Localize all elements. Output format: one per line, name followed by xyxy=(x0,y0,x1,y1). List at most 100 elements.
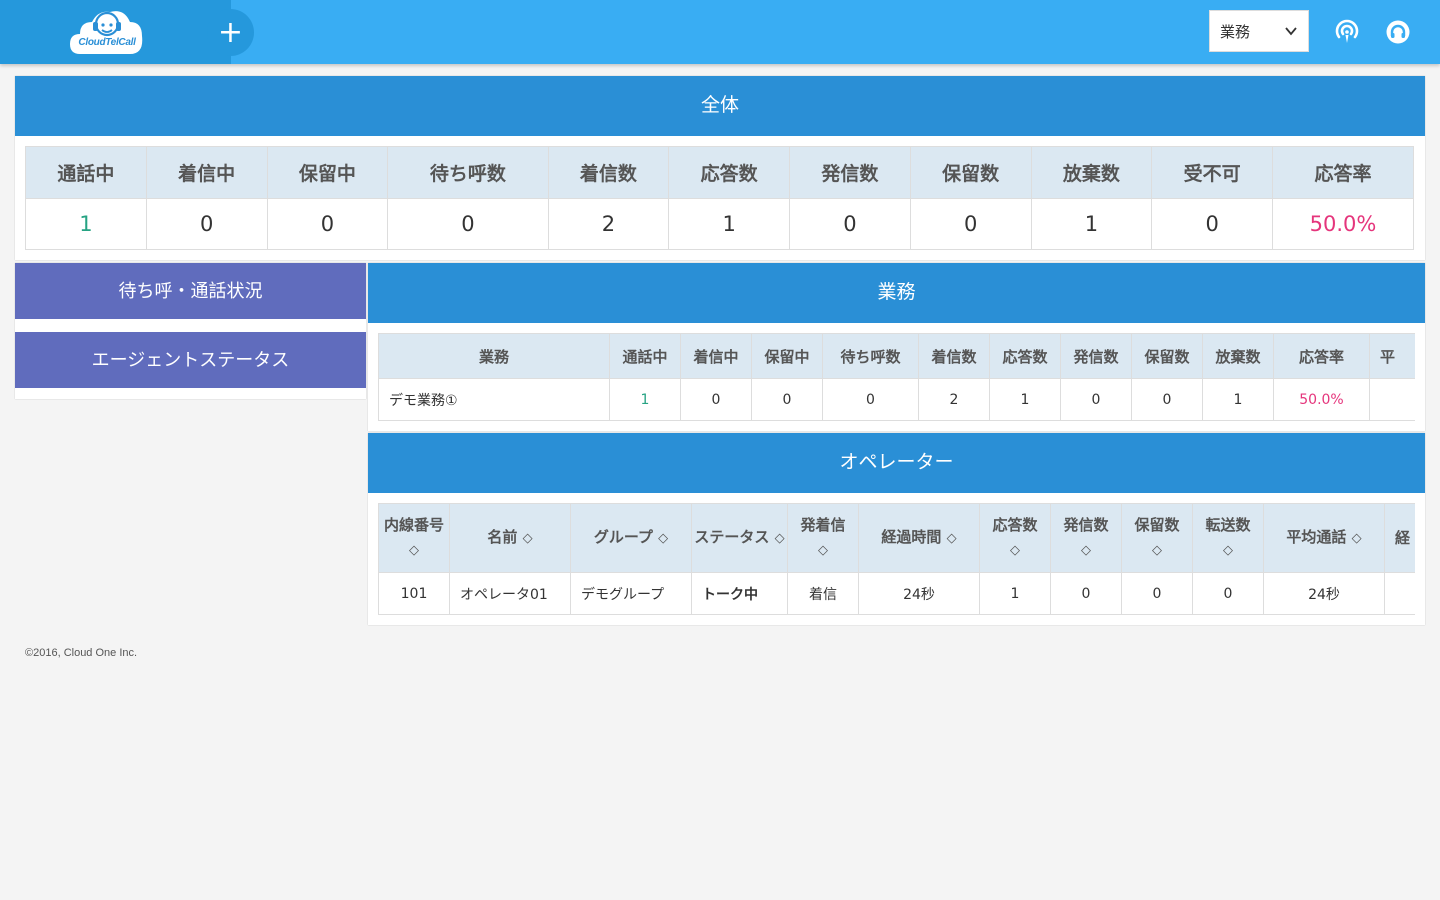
col-header: 応答数 xyxy=(668,146,791,199)
cloud-logo-icon[interactable] xyxy=(68,4,146,58)
sort-icon: ◇ xyxy=(774,531,785,546)
business-table: 業務 通話中 着信中 保留中 待ち呼数 着信数 応答数 発信数 保留数 放棄数 … xyxy=(378,333,1415,421)
table-row[interactable]: 101 オペレータ01 デモグループ トーク中 着信 24秒 1 0 0 0 2… xyxy=(378,572,1415,615)
sort-icon: ◇ xyxy=(1223,543,1233,558)
table-cell: 101 xyxy=(378,572,450,615)
stat-value: 0 xyxy=(909,198,1032,250)
table-cell: 24秒 xyxy=(1263,572,1385,615)
operator-panel: オペレーター 内線番号 ◇ 名前 ◇ グループ ◇ ステータス ◇ 発着信 ◇ 経… xyxy=(368,433,1425,625)
col-header: 受不可 xyxy=(1151,146,1274,199)
table-row: 1 0 0 0 2 1 0 0 1 0 50.0% xyxy=(25,198,1414,250)
col-header: 保留中 xyxy=(266,146,389,199)
brand-area: CloudTelCall xyxy=(0,0,231,64)
operator-table: 内線番号 ◇ 名前 ◇ グループ ◇ ステータス ◇ 発着信 ◇ 経過時間 ◇ 応… xyxy=(378,503,1415,615)
col-header-sortable[interactable]: 経過時間 ◇ xyxy=(858,503,980,573)
col-label: 経過時間 xyxy=(881,528,942,546)
stat-value: 0 xyxy=(145,198,268,250)
business-name: デモ業務① xyxy=(378,378,610,421)
table-cell: 50.0% xyxy=(1273,378,1370,421)
headset-icon[interactable] xyxy=(1385,19,1411,45)
business-panel: 業務 業務 通話中 着信中 保留中 待ち呼数 着信数 応答数 発信数 保留数 放… xyxy=(368,263,1425,431)
col-label: 発着信 xyxy=(800,516,846,534)
col-header: 応答率 xyxy=(1273,333,1370,379)
status-badge: トーク中 xyxy=(691,572,788,615)
col-header: 待ち呼数 xyxy=(822,333,919,379)
col-header-sortable[interactable]: 名前 ◇ xyxy=(449,503,571,573)
col-header-sortable[interactable]: 平均通話 ◇ xyxy=(1263,503,1385,573)
col-header-sortable[interactable]: 発着信 ◇ xyxy=(787,503,859,573)
table-cell xyxy=(1369,378,1415,421)
col-header-sortable[interactable]: 応答数 ◇ xyxy=(979,503,1051,573)
col-header: 着信数 xyxy=(547,146,670,199)
col-header: 発信数 xyxy=(1060,333,1132,379)
table-row[interactable]: デモ業務① 1 0 0 0 2 1 0 0 1 50.0% xyxy=(378,378,1415,421)
col-header: 応答数 xyxy=(989,333,1061,379)
col-header: 放棄数 xyxy=(1030,146,1153,199)
col-header: 着信数 xyxy=(918,333,990,379)
business-title: 業務 xyxy=(368,263,1425,323)
col-label: 平均通話 xyxy=(1286,528,1347,546)
sort-icon: ◇ xyxy=(1081,543,1091,558)
stat-value: 50.0% xyxy=(1272,198,1414,250)
table-cell: 24秒 xyxy=(858,572,980,615)
table-cell: 0 xyxy=(822,378,919,421)
table-cell: 0 xyxy=(1060,378,1132,421)
operator-table-scroll[interactable]: 内線番号 ◇ 名前 ◇ グループ ◇ ステータス ◇ 発着信 ◇ 経過時間 ◇ 応… xyxy=(378,503,1415,617)
stat-value: 1 xyxy=(1030,198,1153,250)
table-cell: 1 xyxy=(979,572,1051,615)
operator-name: オペレータ01 xyxy=(449,572,571,615)
top-navbar: CloudTelCall + 業務 xyxy=(0,0,1440,64)
add-button[interactable]: + xyxy=(207,9,254,56)
col-header: 保留数 xyxy=(909,146,1032,199)
operator-title: オペレーター xyxy=(368,433,1425,493)
stat-value: 1 xyxy=(668,198,791,250)
stat-value: 0 xyxy=(1151,198,1274,250)
col-header: 待ち呼数 xyxy=(387,146,549,199)
operator-group: デモグループ xyxy=(570,572,692,615)
footer-copyright: ©2016, Cloud One Inc. xyxy=(25,647,138,659)
broadcast-icon[interactable] xyxy=(1334,19,1360,45)
col-header-sortable[interactable]: 発信数 ◇ xyxy=(1050,503,1122,573)
table-cell: 0 xyxy=(1050,572,1122,615)
col-header-sortable[interactable]: 保留数 ◇ xyxy=(1121,503,1193,573)
table-cell xyxy=(1384,572,1415,615)
col-header: 保留数 xyxy=(1131,333,1203,379)
table-cell: 0 xyxy=(1131,378,1203,421)
col-header: 業務 xyxy=(378,333,610,379)
col-header: 着信中 xyxy=(680,333,752,379)
business-table-scroll[interactable]: 業務 通話中 着信中 保留中 待ち呼数 着信数 応答数 発信数 保留数 放棄数 … xyxy=(378,333,1415,423)
table-cell: 0 xyxy=(1192,572,1264,615)
col-header-sortable[interactable]: ステータス ◇ xyxy=(691,503,788,573)
col-label: 応答数 xyxy=(992,516,1038,534)
sidebar-item-agent-status[interactable]: エージェントステータス xyxy=(15,332,366,388)
stat-value: 0 xyxy=(266,198,389,250)
sort-icon: ◇ xyxy=(1351,531,1362,546)
col-label: 経 xyxy=(1395,529,1411,547)
table-cell: 1 xyxy=(989,378,1061,421)
col-header-sortable[interactable]: 転送数 ◇ xyxy=(1192,503,1264,573)
stat-value: 2 xyxy=(547,198,670,250)
sidebar-item-queue-status[interactable]: 待ち呼・通話状況 xyxy=(15,263,366,319)
overall-panel: 全体 通話中 着信中 保留中 待ち呼数 着信数 応答数 発信数 保留数 放棄数 … xyxy=(15,76,1425,260)
col-header-sortable[interactable]: 経 xyxy=(1384,503,1415,573)
sort-icon: ◇ xyxy=(1010,543,1020,558)
col-header-sortable[interactable]: 内線番号 ◇ xyxy=(378,503,450,573)
col-label: 発信数 xyxy=(1063,516,1109,534)
table-cell: 2 xyxy=(918,378,990,421)
col-header: 通話中 xyxy=(25,146,147,199)
business-select[interactable]: 業務 xyxy=(1209,10,1309,52)
col-header: 着信中 xyxy=(145,146,268,199)
sort-icon: ◇ xyxy=(409,543,419,558)
overall-title: 全体 xyxy=(15,76,1425,136)
table-cell: 着信 xyxy=(787,572,859,615)
col-header: 保留中 xyxy=(751,333,823,379)
sort-icon: ◇ xyxy=(658,531,669,546)
table-cell: 0 xyxy=(680,378,752,421)
stat-value: 0 xyxy=(789,198,911,250)
overall-stats-table: 通話中 着信中 保留中 待ち呼数 着信数 応答数 発信数 保留数 放棄数 受不可… xyxy=(25,146,1414,250)
table-cell: 0 xyxy=(751,378,823,421)
table-cell: 0 xyxy=(1121,572,1193,615)
col-header-sortable[interactable]: グループ ◇ xyxy=(570,503,692,573)
stat-value: 0 xyxy=(387,198,549,250)
col-header: 通話中 xyxy=(609,333,681,379)
